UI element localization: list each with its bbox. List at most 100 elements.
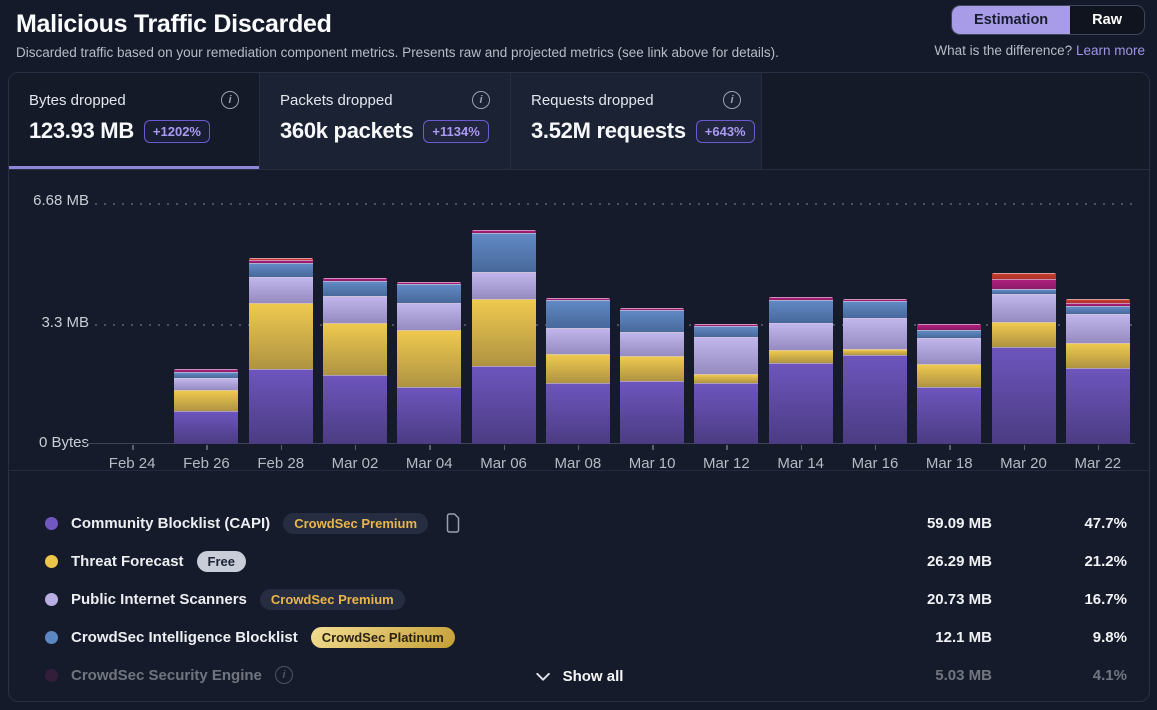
toggle-raw-button[interactable]: Raw (1070, 6, 1144, 34)
x-axis-tick (132, 445, 134, 450)
tab-requests-dropped[interactable]: Requests dropped i 3.52M requests +643% (511, 73, 762, 169)
legend-row[interactable]: CrowdSec Intelligence BlocklistCrowdSec … (9, 618, 1149, 656)
series-name: Public Internet Scanners (71, 591, 247, 608)
stacked-bar[interactable] (397, 282, 461, 444)
bar-segment (323, 296, 387, 323)
tab-value: 3.52M requests (531, 118, 686, 144)
bar-slot: Feb 24 (95, 203, 169, 444)
bar-segment (174, 390, 238, 411)
x-axis-tick (504, 445, 506, 450)
bar-slot: Mar 18 (912, 203, 986, 444)
stacked-bar[interactable] (249, 258, 313, 444)
bar-segment (249, 263, 313, 277)
bar-segment (620, 332, 684, 356)
bar-segment (1066, 343, 1130, 368)
bar-segment (546, 300, 610, 328)
bar-segment (992, 322, 1056, 347)
series-name: Community Blocklist (CAPI) (71, 515, 270, 532)
stacked-bar[interactable] (694, 324, 758, 444)
series-name: Threat Forecast (71, 553, 184, 570)
stacked-bar[interactable] (843, 299, 907, 444)
tab-label: Requests dropped (531, 92, 654, 109)
stacked-bar[interactable] (620, 308, 684, 444)
metric-tabs: Bytes dropped i 123.93 MB +1202% Packets… (9, 73, 1149, 170)
bar-segment (620, 310, 684, 332)
bar-slot: Mar 06 (466, 203, 540, 444)
bar-slot: Mar 16 (838, 203, 912, 444)
bar-segment (472, 233, 536, 272)
series-percent: 47.7% (1005, 515, 1127, 532)
legend-row[interactable]: Public Internet Scanners CrowdSec Premium… (9, 580, 1149, 618)
difference-text: What is the difference? (934, 43, 1072, 58)
bar-segment (620, 381, 684, 444)
bar-slot: Mar 12 (689, 203, 763, 444)
y-axis-label-max: 6.68 MB (21, 192, 89, 209)
stacked-bar[interactable] (1066, 299, 1130, 444)
legend-row[interactable]: Threat ForecastFree26.29 MB21.2% (9, 542, 1149, 580)
toggle-estimation-button[interactable]: Estimation (952, 6, 1070, 34)
bar-segment (472, 366, 536, 444)
bar-segment (546, 328, 610, 354)
series-percent: 21.2% (1005, 553, 1127, 570)
tier-badge: CrowdSec Premium (260, 589, 405, 610)
document-icon[interactable] (445, 513, 461, 533)
bar-segment (917, 330, 981, 338)
bar-segment (620, 356, 684, 381)
tab-label: Bytes dropped (29, 92, 126, 109)
bar-slot: Mar 20 (986, 203, 1060, 444)
series-color-dot (45, 593, 58, 606)
bar-segment (694, 326, 758, 337)
stacked-bar[interactable] (174, 369, 238, 444)
show-all-button[interactable]: Show all (535, 668, 624, 685)
stacked-bar[interactable] (992, 273, 1056, 444)
bar-slots: Feb 24Feb 26Feb 28Mar 02Mar 04Mar 06Mar … (95, 203, 1135, 444)
bar-segment (992, 279, 1056, 289)
bar-segment (472, 272, 536, 299)
series-total-value: 20.73 MB (842, 591, 992, 608)
stacked-bar[interactable] (323, 278, 387, 444)
bytes-dropped-chart: 6.68 MB 3.3 MB 0 Bytes Feb 24Feb 26Feb 2… (9, 170, 1149, 470)
tab-bytes-dropped[interactable]: Bytes dropped i 123.93 MB +1202% (9, 73, 260, 169)
bar-segment (323, 375, 387, 444)
bar-segment (249, 303, 313, 369)
info-icon[interactable]: i (221, 91, 239, 109)
tab-packets-dropped[interactable]: Packets dropped i 360k packets +1134% (260, 73, 511, 169)
tab-value: 360k packets (280, 118, 413, 144)
malicious-traffic-panel: Bytes dropped i 123.93 MB +1202% Packets… (8, 72, 1150, 702)
bar-segment (1066, 368, 1130, 444)
x-axis-tick (726, 445, 728, 450)
delta-badge: +643% (696, 120, 755, 143)
bar-slot: Feb 26 (169, 203, 243, 444)
chart-plot-area: Feb 24Feb 26Feb 28Mar 02Mar 04Mar 06Mar … (95, 203, 1135, 444)
tab-value: 123.93 MB (29, 118, 134, 144)
bar-slot: Feb 28 (244, 203, 318, 444)
bar-segment (1066, 314, 1130, 343)
tab-label: Packets dropped (280, 92, 393, 109)
bar-segment (397, 303, 461, 330)
series-total-value: 59.09 MB (842, 515, 992, 532)
series-total-value: 5.03 MB (842, 667, 992, 684)
bar-segment (843, 301, 907, 318)
learn-more-link[interactable]: Learn more (1076, 43, 1145, 58)
bar-segment (769, 350, 833, 363)
info-icon[interactable]: i (723, 91, 741, 109)
delta-badge: +1134% (423, 120, 488, 143)
bar-segment (694, 337, 758, 374)
legend-row[interactable]: Community Blocklist (CAPI)CrowdSec Premi… (9, 504, 1149, 542)
series-total-value: 12.1 MB (842, 629, 992, 646)
info-icon[interactable]: i (472, 91, 490, 109)
bar-slot: Mar 04 (392, 203, 466, 444)
stacked-bar[interactable] (546, 298, 610, 444)
stacked-bar[interactable] (917, 324, 981, 444)
bar-segment (992, 294, 1056, 322)
x-axis-tick (578, 445, 580, 450)
x-axis-tick (206, 445, 208, 450)
stacked-bar[interactable] (769, 297, 833, 444)
stacked-bar[interactable] (472, 230, 536, 444)
info-icon[interactable]: i (275, 666, 293, 684)
bar-segment (843, 318, 907, 349)
bar-segment (917, 387, 981, 444)
bar-segment (323, 323, 387, 375)
x-axis-tick (355, 445, 357, 450)
x-axis-tick (281, 445, 283, 450)
